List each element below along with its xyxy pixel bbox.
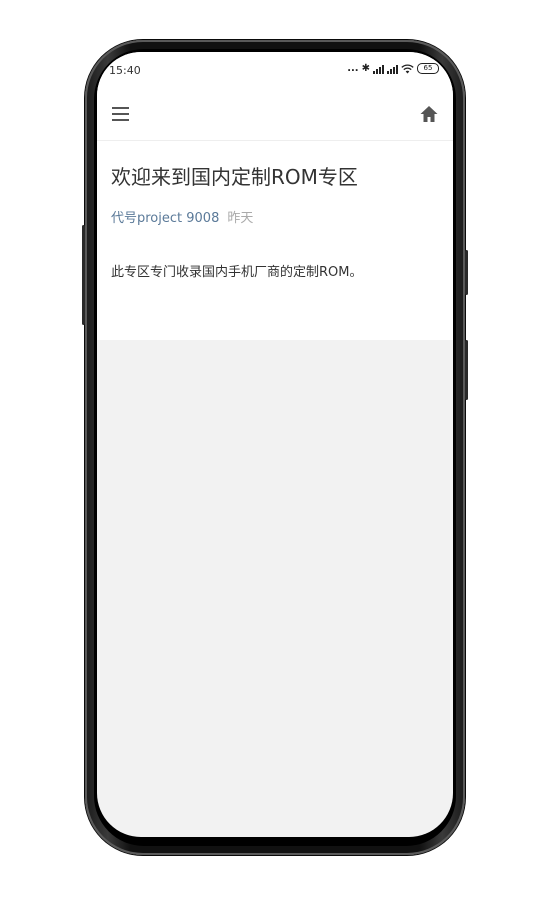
phone-power-button [465, 250, 468, 295]
article-body: 此专区专门收录国内手机厂商的定制ROM。 [111, 265, 363, 280]
menu-icon[interactable] [112, 107, 129, 121]
status-icons: ... ✱ 65 [347, 63, 439, 74]
bluetooth-icon: ✱ [361, 63, 370, 74]
status-bar: 15:40 ... ✱ 65 [97, 52, 453, 90]
author-link[interactable]: 代号project 9008 [111, 211, 219, 226]
phone-screen: 15:40 ... ✱ 65 欢迎来到国内定制ROM专区 代号project 9… [97, 52, 453, 837]
phone-volume-button [465, 340, 468, 400]
app-bar [97, 90, 453, 141]
article-meta: 代号project 9008 昨天 [111, 207, 253, 226]
stage: 15:40 ... ✱ 65 欢迎来到国内定制ROM专区 代号project 9… [0, 0, 550, 901]
signal-icon-2 [387, 64, 398, 74]
notification-dots-icon: ... [347, 63, 359, 74]
wifi-icon [401, 63, 414, 73]
battery-icon: 65 [417, 63, 439, 74]
article-card: 欢迎来到国内定制ROM专区 代号project 9008 昨天 此专区专门收录国内… [97, 141, 453, 340]
phone-side-button-left [82, 225, 85, 325]
home-icon[interactable] [419, 104, 439, 124]
status-time: 15:40 [109, 64, 141, 77]
signal-icon [373, 64, 384, 74]
post-date: 昨天 [227, 211, 254, 226]
article-title: 欢迎来到国内定制ROM专区 [111, 165, 358, 189]
